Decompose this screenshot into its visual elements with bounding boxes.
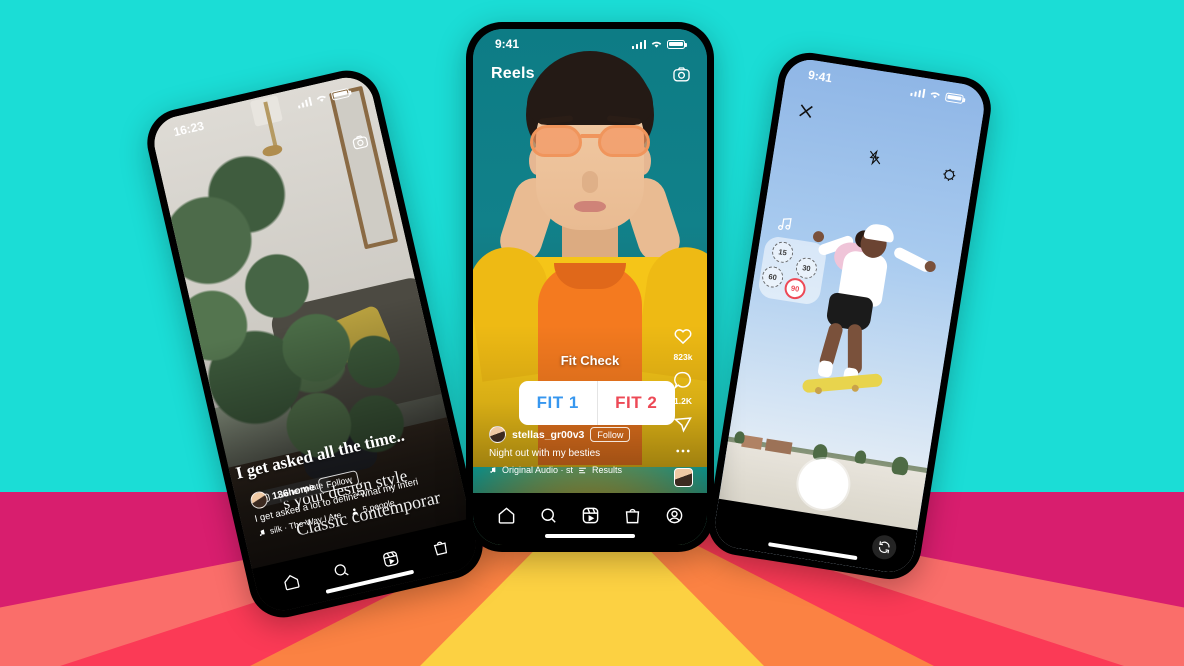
battery-icon	[944, 91, 965, 104]
shop-icon[interactable]	[430, 537, 450, 557]
home-icon[interactable]	[281, 571, 301, 591]
poll-option-fit1[interactable]: FIT 1	[519, 381, 597, 425]
more-icon[interactable]	[674, 442, 692, 460]
center-audio-row: Original Audio · st Results	[489, 465, 659, 475]
hand-left	[812, 230, 825, 243]
search-icon[interactable]	[539, 506, 558, 525]
poll-option-fit2[interactable]: FIT 2	[598, 381, 676, 425]
center-caption: Night out with my besties	[489, 448, 601, 459]
mouth	[574, 201, 606, 212]
center-status-indicators	[631, 39, 687, 49]
flash-off-icon	[869, 149, 880, 166]
music-note-icon	[259, 529, 265, 536]
audio-button[interactable]	[775, 215, 794, 234]
profile-icon[interactable]	[665, 506, 684, 525]
center-username[interactable]: stellas_gr00v3	[512, 429, 584, 441]
settings-button[interactable]	[940, 166, 958, 184]
wifi-icon	[316, 95, 326, 102]
flash-button[interactable]	[866, 148, 883, 167]
center-follow-button[interactable]: Follow	[590, 427, 631, 442]
fit-check-poll[interactable]: FIT 1 FIT 2	[519, 381, 675, 425]
timer-option-15[interactable]: 15	[770, 240, 795, 265]
share-icon[interactable]	[673, 414, 693, 434]
avatar[interactable]	[489, 426, 506, 443]
lens-left	[530, 125, 582, 157]
left-status-time: 16:23	[172, 118, 206, 140]
center-user-row: stellas_gr00v3 Follow	[489, 426, 659, 443]
timer-option-60[interactable]: 60	[760, 264, 785, 290]
center-status-bar: 9:41	[473, 29, 707, 59]
close-button[interactable]	[795, 100, 817, 122]
phone-center[interactable]: 9:41 Reels Fit Check FIT 1 FIT 2 stellas…	[466, 22, 714, 552]
timer-option-30[interactable]: 30	[794, 256, 819, 281]
gear-icon	[943, 168, 956, 181]
nose	[582, 171, 598, 193]
shoe-left	[817, 359, 834, 378]
comment-icon[interactable]	[673, 370, 693, 390]
battery-icon	[667, 39, 687, 49]
signal-icon	[296, 96, 313, 109]
center-screen: 9:41 Reels Fit Check FIT 1 FIT 2 stellas…	[473, 29, 707, 545]
search-icon[interactable]	[331, 560, 351, 580]
timer-option-90[interactable]: 90	[783, 276, 808, 301]
reels-icon[interactable]	[380, 548, 400, 568]
flip-camera-icon	[878, 541, 890, 554]
lens-right	[598, 125, 650, 157]
comment-count: 1.2K	[674, 396, 692, 406]
signal-icon	[909, 86, 926, 98]
center-action-rail: 823k 1.2K	[669, 326, 697, 487]
music-note-icon	[778, 218, 792, 230]
center-audio-label[interactable]: Original Audio · st	[502, 465, 573, 475]
audio-thumbnail[interactable]	[673, 468, 693, 487]
center-post-meta: stellas_gr00v3 Follow Night out with my …	[489, 426, 659, 475]
camera-icon	[673, 67, 690, 82]
close-icon	[799, 104, 813, 118]
music-note-icon	[490, 467, 496, 473]
shop-icon[interactable]	[623, 506, 642, 525]
promo-stage: 16:23 I get asked all the time.. 's your…	[0, 0, 1184, 666]
timer-options-panel[interactable]: 15 30 60 90	[756, 235, 828, 306]
signal-icon	[631, 39, 646, 49]
wheel	[851, 384, 860, 393]
sunglasses	[530, 125, 650, 159]
results-label[interactable]: Results	[592, 465, 622, 475]
right-status-time: 9:41	[807, 67, 834, 86]
tree	[733, 430, 746, 444]
wheel	[814, 386, 823, 395]
wifi-icon	[651, 41, 662, 48]
results-icon	[579, 467, 586, 473]
like-count: 823k	[673, 352, 693, 362]
center-camera-button[interactable]	[672, 65, 691, 84]
left-status-indicators	[296, 87, 351, 109]
reels-icon[interactable]	[581, 506, 600, 525]
wifi-icon	[930, 92, 940, 99]
home-icon[interactable]	[497, 506, 516, 525]
center-status-time: 9:41	[495, 37, 520, 51]
right-status-indicators	[909, 86, 965, 104]
battery-icon	[330, 87, 351, 101]
avatar[interactable]	[248, 489, 270, 511]
person-icon	[352, 508, 359, 515]
tree	[854, 449, 868, 465]
page-title: Reels	[491, 65, 535, 82]
center-home-indicator	[545, 534, 635, 538]
heart-icon[interactable]	[673, 326, 693, 346]
